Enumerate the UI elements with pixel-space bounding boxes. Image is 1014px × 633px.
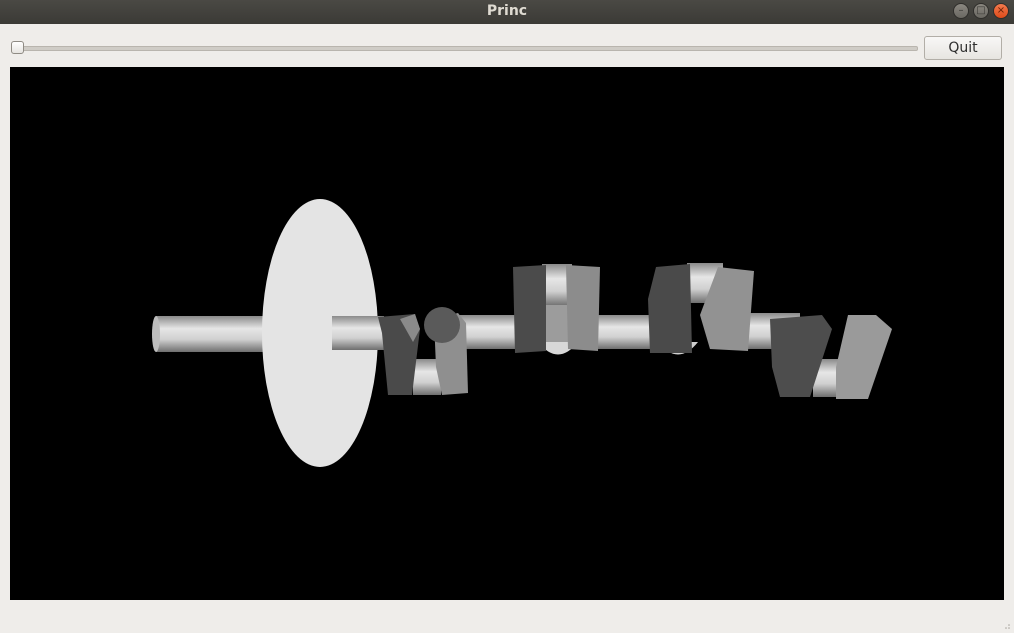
maximize-button[interactable]: □ xyxy=(973,3,989,19)
3d-viewport[interactable] xyxy=(10,67,1004,600)
maximize-icon: □ xyxy=(976,5,986,16)
title-bar: Princ – □ × xyxy=(0,0,1014,24)
resize-grip-icon[interactable] xyxy=(1003,622,1011,630)
close-button[interactable]: × xyxy=(993,3,1009,19)
slider-track[interactable] xyxy=(16,46,918,51)
shaft-left xyxy=(152,316,276,352)
close-icon: × xyxy=(996,5,1006,16)
slider-handle[interactable] xyxy=(11,41,24,54)
minimize-icon: – xyxy=(958,5,964,16)
minimize-button[interactable]: – xyxy=(953,3,969,19)
quit-button[interactable]: Quit xyxy=(924,36,1002,60)
toolbar: Quit xyxy=(0,24,1014,66)
crankshaft-render xyxy=(152,199,892,467)
window-title: Princ xyxy=(486,3,528,19)
